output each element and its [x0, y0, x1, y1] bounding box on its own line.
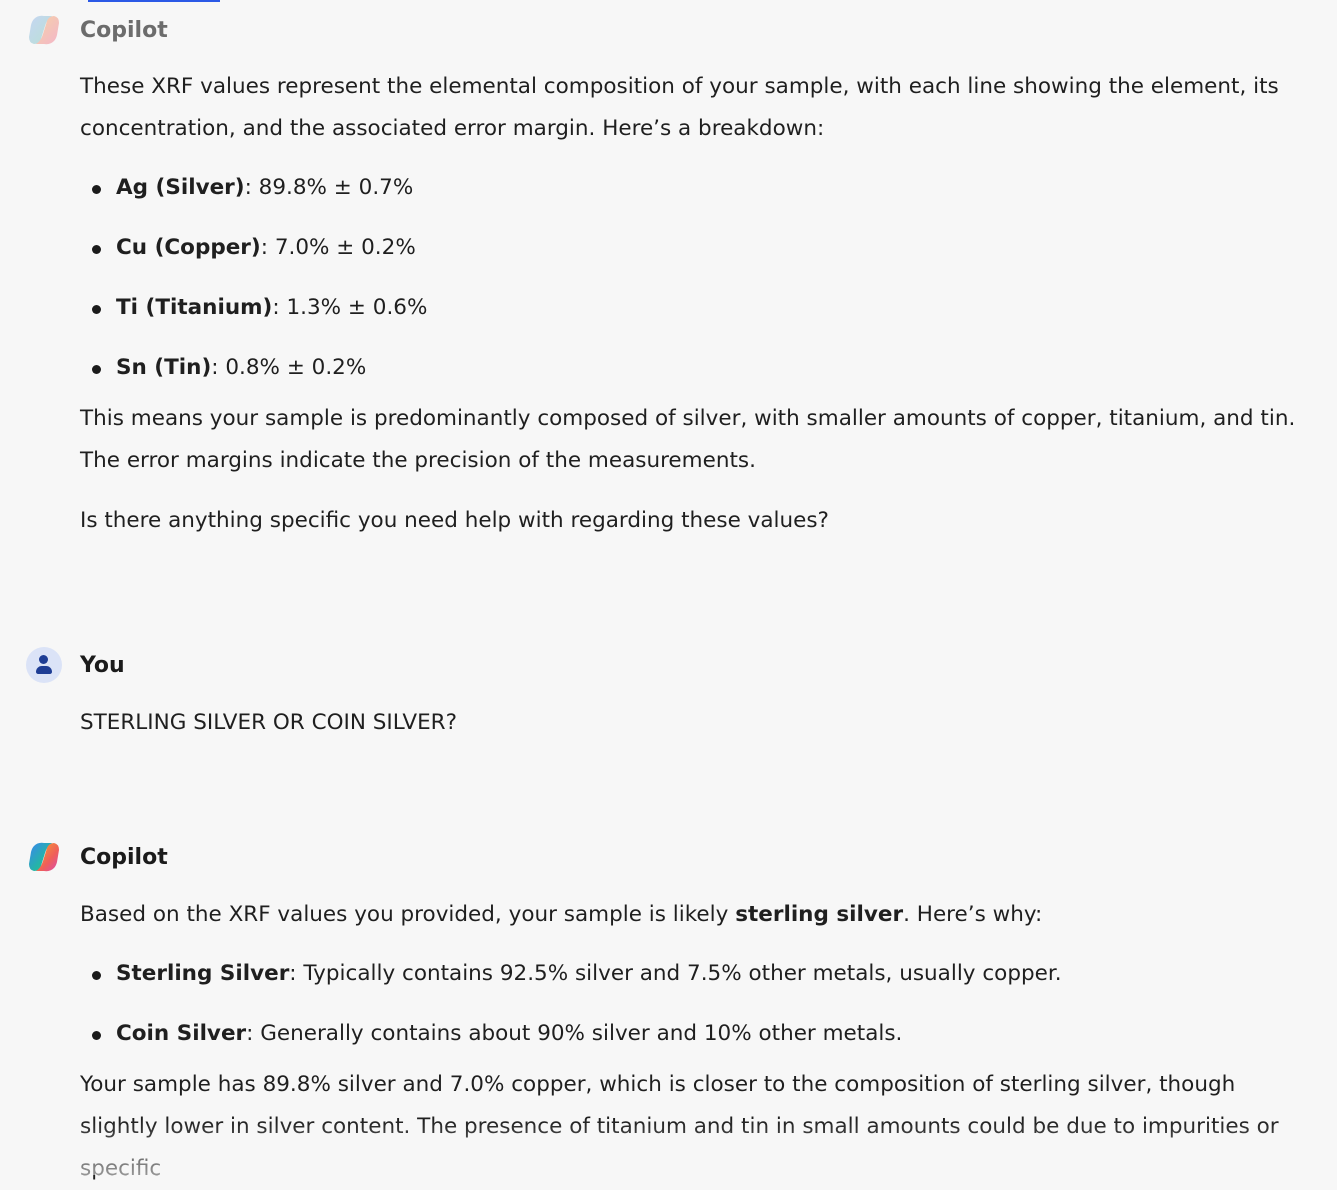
list-item-term: Ag (Silver) — [116, 175, 245, 200]
user-avatar-icon — [26, 647, 62, 683]
user-message-body: STERLING SILVER OR COIN SILVER? — [80, 702, 1310, 744]
bullet-icon — [92, 185, 101, 194]
message-paragraph: Is there anything specific you need help… — [80, 508, 829, 533]
sender-name: You — [80, 652, 125, 678]
list-item-term: Coin Silver — [116, 1021, 247, 1046]
message-paragraph: STERLING SILVER OR COIN SILVER? — [80, 710, 458, 735]
copilot-logo-icon — [25, 838, 63, 876]
list-item-term: Ti (Titanium) — [116, 295, 273, 320]
list-item-value: : 1.3% ± 0.6% — [272, 295, 428, 320]
element-list: Ag (Silver): 89.8% ± 0.7% Cu (Copper): 7… — [80, 158, 1310, 398]
copilot-message-body-1: These XRF values represent the elemental… — [80, 66, 1310, 542]
intro-suffix: . Here’s why: — [903, 902, 1043, 927]
list-item: Ag (Silver): 89.8% ± 0.7% — [80, 158, 1310, 218]
message-paragraph: These XRF values represent the elemental… — [80, 74, 1279, 141]
list-item: Cu (Copper): 7.0% ± 0.2% — [80, 218, 1310, 278]
bullet-icon — [92, 365, 101, 374]
copilot-message-header-2: Copilot — [25, 839, 168, 875]
list-item-value: : 7.0% ± 0.2% — [260, 235, 416, 260]
bullet-icon — [92, 245, 101, 254]
top-link-underline — [88, 0, 220, 2]
list-item-value: : 89.8% ± 0.7% — [244, 175, 414, 200]
sender-name: Copilot — [80, 844, 168, 870]
message-paragraph: Your sample has 89.8% silver and 7.0% co… — [80, 1072, 1279, 1181]
list-item-value: : Generally contains about 90% silver an… — [246, 1021, 903, 1046]
silver-type-list: Sterling Silver: Typically contains 92.5… — [80, 944, 1310, 1064]
bullet-icon — [92, 305, 101, 314]
sender-name: Copilot — [80, 17, 168, 43]
copilot-message-body-2: Based on the XRF values you provided, yo… — [80, 894, 1310, 1190]
bullet-icon — [92, 1031, 101, 1040]
intro-prefix: Based on the XRF values you provided, yo… — [80, 902, 736, 927]
user-message-header: You — [25, 647, 125, 683]
list-item: Sterling Silver: Typically contains 92.5… — [80, 944, 1310, 1004]
list-item-term: Cu (Copper) — [116, 235, 261, 260]
copilot-logo-icon — [25, 11, 63, 49]
message-paragraph: Based on the XRF values you provided, yo… — [80, 894, 1310, 936]
intro-bold: sterling silver — [735, 902, 904, 927]
message-paragraph: This means your sample is predominantly … — [80, 406, 1296, 473]
list-item-value: : Typically contains 92.5% silver and 7.… — [289, 961, 1062, 986]
list-item: Sn (Tin): 0.8% ± 0.2% — [80, 338, 1310, 398]
copilot-message-header-1: Copilot — [25, 12, 168, 48]
list-item-term: Sn (Tin) — [116, 355, 212, 380]
list-item-term: Sterling Silver — [116, 961, 290, 986]
user-avatar — [25, 646, 63, 684]
list-item: Coin Silver: Generally contains about 90… — [80, 1004, 1310, 1064]
list-item: Ti (Titanium): 1.3% ± 0.6% — [80, 278, 1310, 338]
bullet-icon — [92, 971, 101, 980]
list-item-value: : 0.8% ± 0.2% — [211, 355, 367, 380]
